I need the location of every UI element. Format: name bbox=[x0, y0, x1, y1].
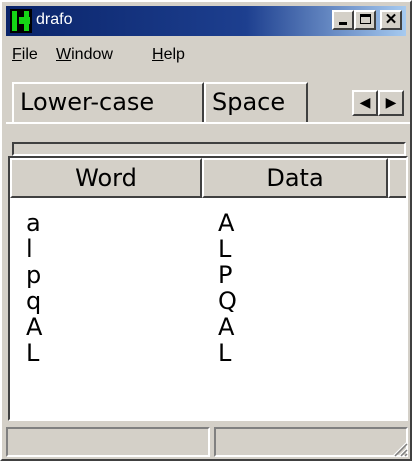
table-row[interactable]: p P bbox=[10, 262, 406, 288]
app-icon[interactable] bbox=[10, 9, 32, 33]
maximize-icon bbox=[360, 14, 371, 24]
tab-space[interactable]: Space bbox=[204, 82, 308, 122]
tab-panel-frame bbox=[12, 142, 406, 156]
table-row[interactable]: L L bbox=[10, 340, 406, 366]
minimize-icon bbox=[339, 22, 347, 25]
menu-window[interactable]: Window bbox=[56, 46, 113, 64]
cell-data: L bbox=[218, 339, 232, 367]
menu-bar: File Window Help bbox=[6, 38, 406, 78]
status-bar bbox=[6, 425, 410, 459]
table-row[interactable]: q Q bbox=[10, 288, 406, 314]
cell-word: l bbox=[26, 235, 33, 263]
cell-data: L bbox=[218, 235, 232, 263]
cell-word: L bbox=[26, 339, 40, 367]
cell-word: q bbox=[26, 287, 42, 315]
menu-file[interactable]: File bbox=[12, 46, 38, 64]
column-header-word[interactable]: Word bbox=[10, 158, 202, 198]
tab-scroll-left-button[interactable]: ◀ bbox=[352, 90, 378, 116]
status-pane-right bbox=[214, 427, 408, 457]
cell-word: A bbox=[26, 313, 43, 341]
status-pane-left bbox=[6, 427, 210, 457]
tab-divider bbox=[6, 122, 410, 124]
table-row[interactable]: A A bbox=[10, 314, 406, 340]
tab-scroll-right-button[interactable]: ▶ bbox=[378, 90, 404, 116]
minimize-button[interactable] bbox=[332, 10, 354, 30]
resize-grip-icon[interactable] bbox=[390, 439, 408, 457]
menu-help[interactable]: Help bbox=[152, 46, 185, 64]
app-icon-bar bbox=[24, 11, 29, 31]
window-title: drafo bbox=[36, 11, 73, 28]
arrow-left-icon: ◀ bbox=[359, 95, 371, 111]
app-icon-bar bbox=[12, 11, 17, 31]
close-button[interactable]: ✕ bbox=[380, 10, 402, 30]
close-icon: ✕ bbox=[384, 11, 398, 28]
cell-data: P bbox=[218, 261, 233, 289]
maximize-button[interactable] bbox=[354, 10, 376, 30]
app-window: drafo ✕ File Window Help Lower-case Spac… bbox=[0, 0, 412, 461]
tab-lower-case[interactable]: Lower-case bbox=[12, 82, 204, 122]
arrow-right-icon: ▶ bbox=[385, 95, 397, 111]
cell-data: A bbox=[218, 313, 235, 341]
cell-word: a bbox=[26, 209, 41, 237]
cell-word: p bbox=[26, 261, 42, 289]
cell-data: A bbox=[218, 209, 235, 237]
table-row[interactable]: a A bbox=[10, 210, 406, 236]
column-header-filler bbox=[388, 158, 406, 198]
word-list[interactable]: Word Data a A l L p P q Q A A L L bbox=[8, 156, 408, 421]
cell-data: Q bbox=[218, 287, 237, 315]
title-bar[interactable]: drafo ✕ bbox=[6, 6, 406, 36]
table-row[interactable]: l L bbox=[10, 236, 406, 262]
column-header-data[interactable]: Data bbox=[202, 158, 388, 198]
